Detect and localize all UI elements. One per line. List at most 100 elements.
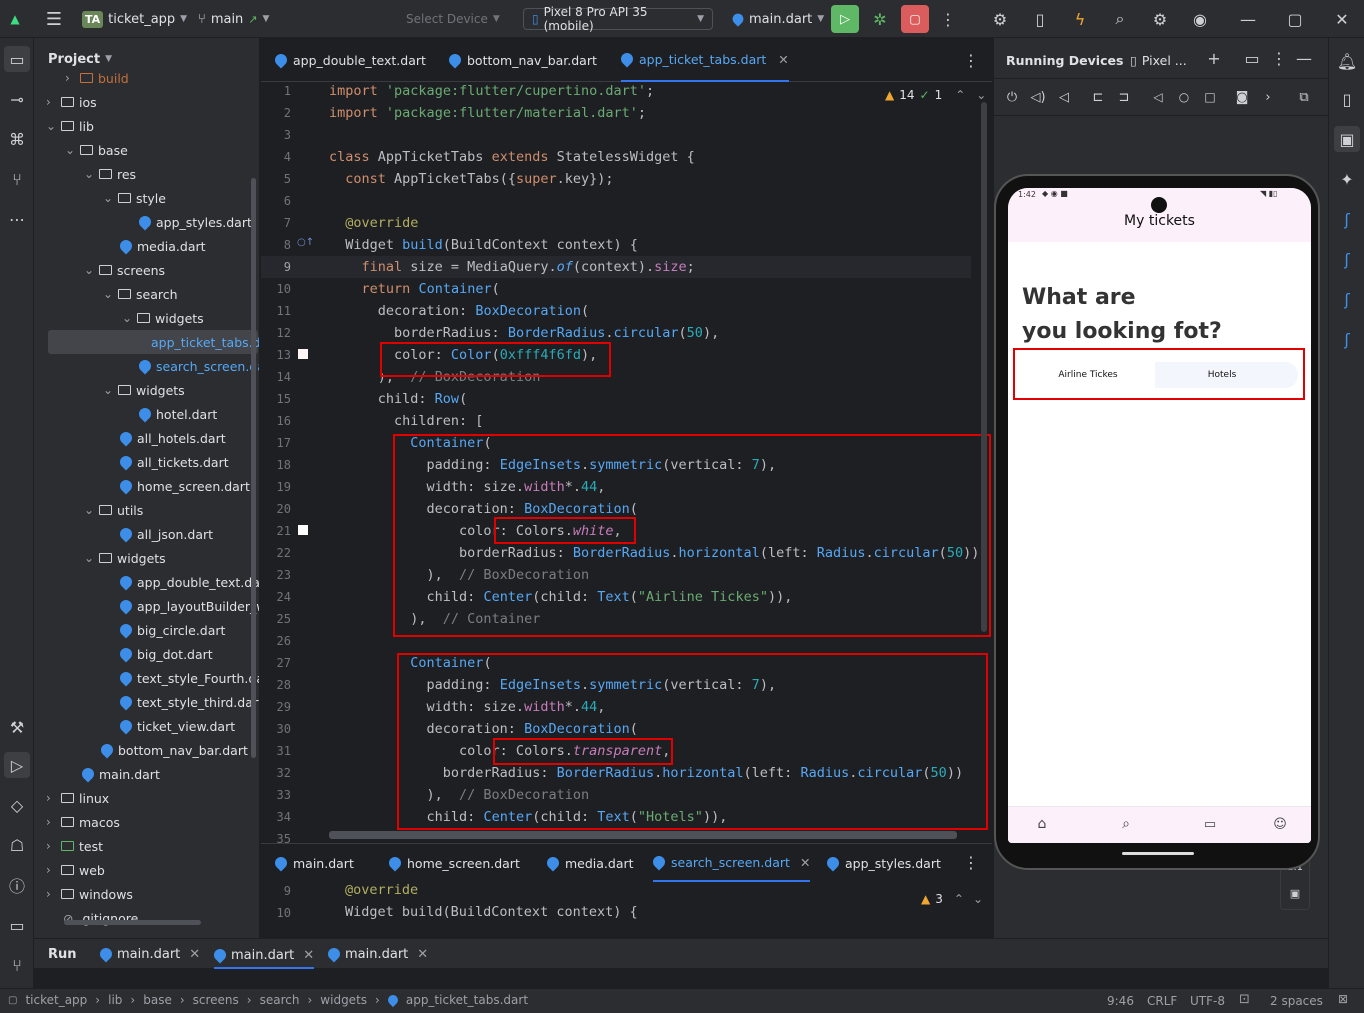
git-icon[interactable]: ⑂ bbox=[4, 952, 30, 978]
stop-button[interactable]: ▢ bbox=[901, 5, 929, 33]
rotate-left-icon[interactable]: ⊏ bbox=[1088, 87, 1108, 107]
tree-item-widgets[interactable]: ⌄ widgets bbox=[103, 378, 185, 402]
problems-icon[interactable]: ⓘ bbox=[4, 872, 30, 898]
minimize-icon[interactable]: — bbox=[1236, 8, 1260, 30]
tab-bottom-nav-bar[interactable]: bottom_nav_bar.dart bbox=[446, 38, 597, 82]
chevron-down-icon[interactable]: ⌄ bbox=[973, 892, 983, 906]
tree-item-text-style-third-dart[interactable]: text_style_third.dart bbox=[103, 690, 259, 714]
add-icon[interactable]: + bbox=[1204, 48, 1224, 68]
tree-item-all-hotels-dart[interactable]: all_hotels.dart bbox=[103, 426, 226, 450]
chevron-down-icon[interactable]: ⌄ bbox=[103, 191, 113, 205]
home-circle-icon[interactable]: ○ bbox=[1174, 87, 1194, 107]
tab-search-screen[interactable]: search_screen.dart ✕ bbox=[650, 844, 811, 882]
close-tab-icon[interactable]: ✕ bbox=[778, 52, 788, 67]
close-tab-icon[interactable]: ✕ bbox=[417, 947, 428, 962]
tab-media[interactable]: media.dart bbox=[544, 844, 634, 882]
inspection-widget[interactable]: ▲ 14 ✓ 1 ⌃ ⌄ bbox=[885, 84, 986, 106]
chevron-down-icon[interactable]: ⌄ bbox=[84, 167, 94, 181]
run-button[interactable]: ▷ bbox=[831, 5, 859, 33]
tree-item-res[interactable]: ⌄ res bbox=[84, 162, 136, 186]
running-devices-icon[interactable]: ▣ bbox=[1334, 126, 1360, 152]
run-tab-3[interactable]: main.dart ✕ bbox=[325, 943, 428, 965]
chevron-down-icon[interactable]: ⌄ bbox=[46, 119, 56, 133]
ai-assistant-icon[interactable]: ✦ bbox=[1334, 166, 1360, 192]
account-icon[interactable]: ◉ bbox=[1188, 8, 1212, 30]
chevron-right-icon[interactable]: › bbox=[46, 863, 56, 877]
tab-app-double-text[interactable]: app_double_text.dart bbox=[272, 38, 426, 82]
chevron-down-icon[interactable]: ⌄ bbox=[122, 311, 132, 325]
project-selector[interactable]: TA ticket_app ▼ bbox=[82, 8, 187, 30]
ticket-icon[interactable]: ▭ bbox=[1200, 814, 1220, 834]
color-swatch-white[interactable] bbox=[298, 349, 308, 359]
tree-item-ticket-view-dart[interactable]: ticket_view.dart bbox=[103, 714, 235, 738]
chevron-right-icon[interactable]: › bbox=[46, 815, 56, 829]
layout-inspector-icon[interactable]: ⧉ bbox=[1294, 87, 1314, 107]
close-tab-icon[interactable]: ✕ bbox=[800, 855, 810, 870]
minimize-panel-icon[interactable]: — bbox=[1294, 48, 1314, 68]
search-icon[interactable]: ⌕ bbox=[1108, 8, 1132, 30]
tree-item-big-circle-dart[interactable]: big_circle.dart bbox=[103, 618, 225, 642]
tree-item-ios[interactable]: › ios bbox=[46, 90, 97, 114]
bug-icon[interactable]: ⚙ bbox=[988, 8, 1012, 30]
project-tool-icon[interactable]: ▭ bbox=[4, 46, 30, 72]
close-tab-icon[interactable]: ✕ bbox=[303, 948, 314, 963]
maximize-icon[interactable]: ▢ bbox=[1283, 8, 1307, 30]
breadcrumb-item[interactable]: ticket_app bbox=[25, 993, 87, 1007]
main-menu-icon[interactable]: ☰ bbox=[42, 8, 66, 30]
breadcrumb-item[interactable]: app_ticket_tabs.dart bbox=[406, 993, 528, 1007]
tree-item-build[interactable]: › build bbox=[65, 66, 129, 90]
layout-icon[interactable]: ▭ bbox=[1242, 48, 1262, 68]
tree-item-search-screen-dart[interactable]: search_screen.dart bbox=[122, 354, 259, 378]
commit-icon[interactable]: ⊸ bbox=[4, 86, 30, 112]
build-icon[interactable]: ⚒ bbox=[4, 714, 30, 740]
device-manager-icon[interactable]: ▯ bbox=[1028, 8, 1052, 30]
indent-setting[interactable]: 2 spaces bbox=[1270, 994, 1323, 1008]
notifications-icon[interactable]: 🔔︎ bbox=[1334, 48, 1360, 74]
close-tab-icon[interactable]: ✕ bbox=[189, 947, 200, 962]
tree-item-style[interactable]: ⌄ style bbox=[103, 186, 166, 210]
readonly-icon[interactable]: ⊡ bbox=[1239, 992, 1250, 1007]
device-manager-icon[interactable]: ▯ bbox=[1334, 86, 1360, 112]
chevron-down-icon[interactable]: ⌄ bbox=[103, 383, 113, 397]
tree-item-utils[interactable]: ⌄ utils bbox=[84, 498, 143, 522]
branch-selector[interactable]: ⑂ main ↗ ▼ bbox=[198, 8, 269, 30]
screenshot-icon[interactable]: ◙ bbox=[1232, 87, 1252, 107]
breadcrumb-item[interactable]: lib bbox=[108, 993, 122, 1007]
file-encoding[interactable]: UTF-8 bbox=[1190, 994, 1225, 1008]
flutter-outline-icon[interactable]: ʃ bbox=[1334, 246, 1360, 272]
chevron-down-icon[interactable]: ⌄ bbox=[65, 143, 75, 157]
tree-scrollbar[interactable] bbox=[251, 178, 256, 758]
tree-item-app-double-text-dart[interactable]: app_double_text.dart bbox=[103, 570, 259, 594]
breadcrumb-item[interactable]: widgets bbox=[320, 993, 367, 1007]
tree-item-screens[interactable]: ⌄ screens bbox=[84, 258, 165, 282]
more-vertical-icon[interactable]: ⋮ bbox=[961, 852, 981, 872]
run-tool-icon[interactable]: ▷ bbox=[4, 752, 30, 778]
tree-item-home-screen-dart[interactable]: home_screen.dart bbox=[103, 474, 250, 498]
tree-item-all-tickets-dart[interactable]: all_tickets.dart bbox=[103, 450, 229, 474]
power-icon[interactable]: ⏻ bbox=[1002, 87, 1022, 107]
editor-vscrollbar[interactable] bbox=[981, 102, 987, 632]
breadcrumb-item[interactable]: search bbox=[260, 993, 300, 1007]
volume-down-icon[interactable]: ◁ bbox=[1054, 87, 1074, 107]
tree-item--gitignore[interactable]: ⊘ .gitignore bbox=[46, 906, 138, 930]
breadcrumb-item[interactable]: base bbox=[143, 993, 172, 1007]
chevron-down-icon[interactable]: ⌄ bbox=[103, 287, 113, 301]
editor-hscrollbar[interactable] bbox=[329, 831, 957, 839]
tree-item-big-dot-dart[interactable]: big_dot.dart bbox=[103, 642, 213, 666]
chevron-down-icon[interactable]: ⌄ bbox=[84, 503, 94, 517]
pull-requests-icon[interactable]: ⑂ bbox=[4, 166, 30, 192]
tree-item-app-ticket-tabs-dart[interactable]: app_ticket_tabs.dart bbox=[48, 330, 259, 354]
more-vertical-icon[interactable]: ⋮ bbox=[938, 8, 958, 30]
override-gutter-icon[interactable]: ○↑ bbox=[297, 237, 314, 248]
tree-item-hotel-dart[interactable]: hotel.dart bbox=[122, 402, 217, 426]
tree-item-app-layoutbuilder-widget-dart[interactable]: app_layoutBuilder_widget.dart bbox=[103, 594, 259, 618]
flutter-performance-icon[interactable]: ʃ bbox=[1334, 286, 1360, 312]
tree-item-windows[interactable]: › windows bbox=[46, 882, 133, 906]
breadcrumb-item[interactable]: screens bbox=[193, 993, 239, 1007]
run-tab-1[interactable]: main.dart ✕ bbox=[97, 943, 200, 965]
tree-item-widgets[interactable]: ⌄ widgets bbox=[84, 546, 166, 570]
device-selector[interactable]: ▯ Pixel 8 Pro API 35 (mobile) ▼ bbox=[523, 5, 713, 33]
tree-item-main-dart[interactable]: main.dart bbox=[65, 762, 160, 786]
close-icon[interactable]: ✕ bbox=[1330, 8, 1354, 30]
chevron-right-icon[interactable]: › bbox=[46, 839, 56, 853]
